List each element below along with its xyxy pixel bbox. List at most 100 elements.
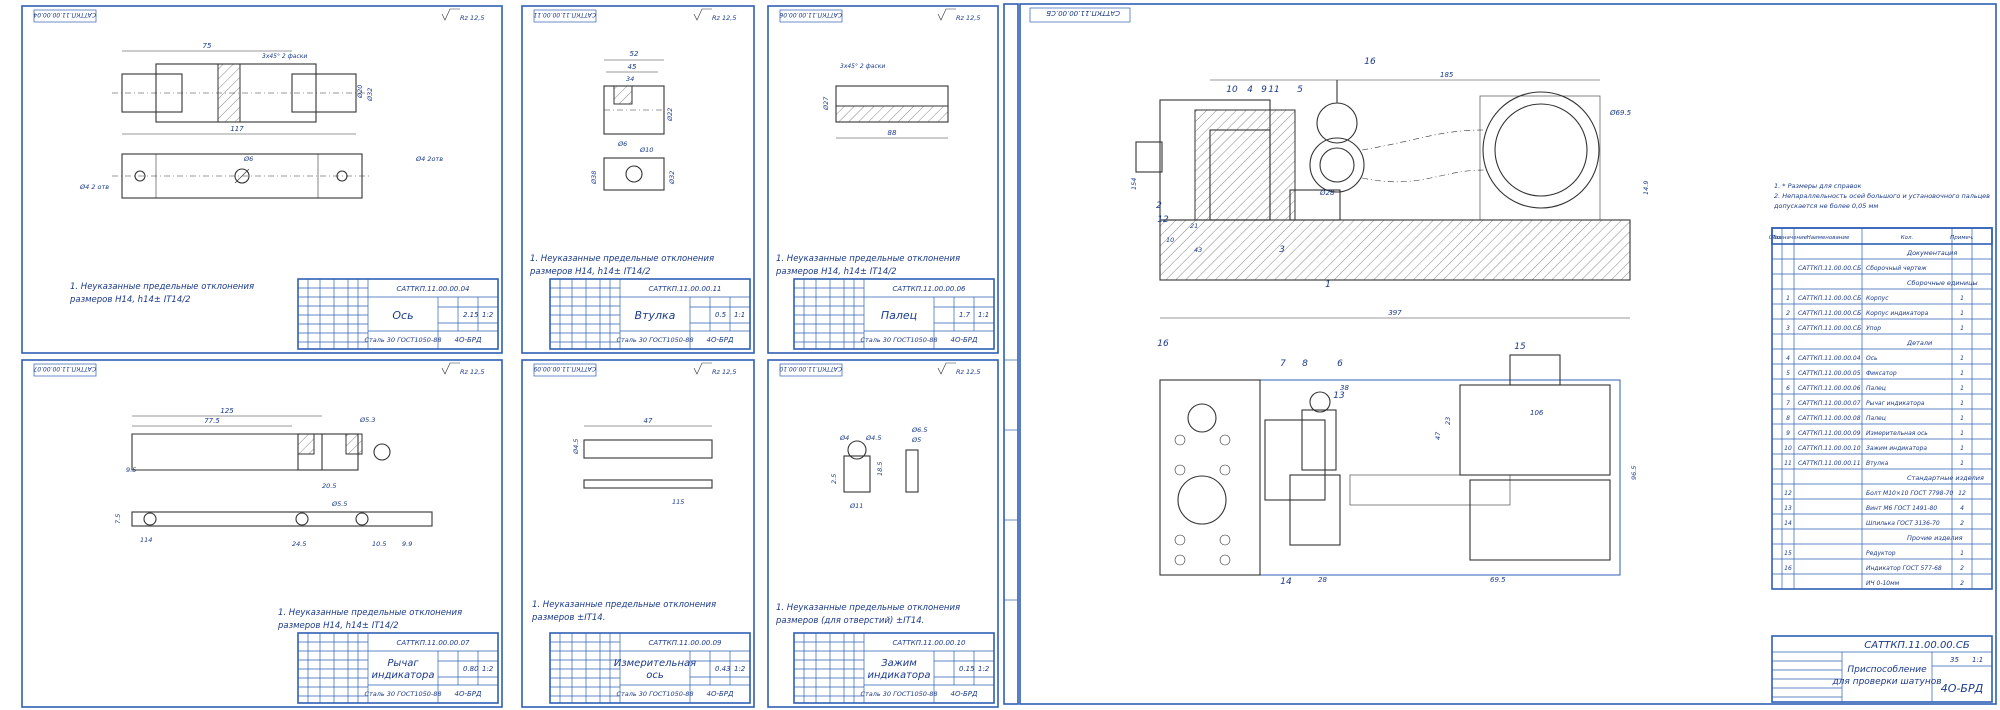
title-mass: 1.7 xyxy=(959,311,971,319)
bom-pos: 5 xyxy=(1786,370,1790,377)
bom-pos: 4 xyxy=(1786,355,1790,362)
dim-d45: Ø4.5 xyxy=(865,434,881,442)
bom-name: Корпус xyxy=(1866,295,1889,302)
dim-45-label: 45 xyxy=(628,63,637,71)
lever-outline xyxy=(131,433,323,471)
bom-name: Редуктор xyxy=(1866,550,1896,557)
dim-25: 2.5 xyxy=(830,474,838,484)
sheet-code-mirror: САТТКП.11.00.00.11 xyxy=(533,11,596,18)
dim-47-label: 47 xyxy=(644,417,653,425)
bom-pos: 6 xyxy=(1786,385,1790,392)
bom-pos: 1 xyxy=(1786,295,1790,302)
bom-name: Зажим индикатора xyxy=(1866,445,1927,452)
assembly-sheet: САТТКП.11.00.00.СБ185Ø69.5Ø2815439710432… xyxy=(1003,3,1997,705)
big-end-housing xyxy=(1479,95,1601,221)
bom-qty: 4 xyxy=(1960,505,1964,512)
bom-section: Детали xyxy=(1906,339,1932,347)
bom-code: САТТКП.11.00.00.СБ xyxy=(1798,325,1861,332)
roughness-value: Rz 12,5 xyxy=(460,368,484,376)
top-clamp xyxy=(1301,409,1337,471)
lever-view2 xyxy=(131,511,433,527)
bom-header-cell: Примеч. xyxy=(1950,235,1974,241)
detail-sheet-3: САТТКП.11.00.00.06 Rz 12,5 1. Неуказанные … xyxy=(767,5,999,354)
title-name-1: Измерительная xyxy=(614,658,696,669)
sheet-code-mirror: САТТКП.11.00.00.10 xyxy=(779,365,842,372)
balloon-15: 15 xyxy=(1514,342,1526,352)
sheet-border xyxy=(21,359,503,708)
title-material: Сталь 30 ГОСТ1050-88 xyxy=(860,336,937,344)
top-indicator-2 xyxy=(1177,475,1227,525)
dim-28: 28 xyxy=(1318,576,1327,584)
title-group: 4О-БРД xyxy=(455,690,483,698)
clamp-body xyxy=(843,455,871,493)
dim-43: 43 xyxy=(1194,246,1202,254)
tech-note-line: 1. Неуказанные предельные отклонения xyxy=(278,608,462,618)
balloon-5: 5 xyxy=(1297,85,1303,95)
sheet-border xyxy=(767,359,999,708)
tech-note-line: 1. Неуказанные предельные отклонения xyxy=(70,282,254,292)
bom-pos: 10 xyxy=(1784,445,1792,452)
bom-code: САТТКП.11.00.00.06 xyxy=(1798,385,1861,392)
assembly-title-block: САТТКП.11.00.00.СБ Приспособление для пров… xyxy=(1771,635,1993,703)
bom-name: Ось xyxy=(1866,355,1878,362)
top-bigend-block xyxy=(1469,479,1611,561)
dim-52-label: 52 xyxy=(630,50,639,58)
detail-sheet-2: САТТКП.11.00.00.11 Rz 12,5 1. Неуказанные … xyxy=(521,5,755,354)
title-mass: 35 xyxy=(1950,656,1959,664)
bom-code: САТТКП.11.00.00.08 xyxy=(1798,415,1861,422)
balloon-2: 2 xyxy=(1156,201,1162,211)
big-end-outer xyxy=(1482,91,1600,209)
rod-upper xyxy=(1361,129,1485,151)
title-scale: 1:2 xyxy=(734,665,746,673)
bom-header-cell: Обозначение xyxy=(1769,235,1808,241)
detail-sheet-1: САТТКП.11.00.00.04 Rz 12,5 1. Неуказанные … xyxy=(21,5,503,354)
roughness-value: Rz 12,5 xyxy=(956,14,980,22)
top-base xyxy=(1159,379,1621,576)
dim-99: 9.9 xyxy=(402,540,412,548)
title-group: 4О-БРД xyxy=(951,336,979,344)
roughness-value: Rz 12,5 xyxy=(712,14,736,22)
bom-qty: 2 xyxy=(1960,580,1964,587)
detail-sheet-5: САТТКП.11.00.00.09 Rz 12,5 1. Неуказанные … xyxy=(521,359,755,708)
top-gearbox xyxy=(1459,384,1611,476)
top-bolt xyxy=(1219,434,1231,446)
title-scale: 1:2 xyxy=(482,311,494,319)
top-bolt xyxy=(1219,554,1231,566)
bom-name: Болт М10×10 ГОСТ 7798-70 xyxy=(1866,490,1953,497)
dim-114: 114 xyxy=(140,536,152,544)
bom-code: САТТКП.11.00.00.10 xyxy=(1798,445,1861,452)
roughness-sign xyxy=(693,8,712,21)
dim-154: 154 xyxy=(1130,178,1138,190)
dim-d53: Ø5.3 xyxy=(359,416,375,424)
sheet-code-mirror: САТТКП.11.00.00.07 xyxy=(33,365,96,372)
title-material: Сталь 30 ГОСТ1050-88 xyxy=(860,690,937,698)
title-mass: 2.15 xyxy=(463,311,479,319)
title-scale: 1:2 xyxy=(978,665,990,673)
balloon-10: 10 xyxy=(1226,85,1238,95)
lever-pin-1 xyxy=(143,512,157,526)
binding-strip xyxy=(1003,3,1019,705)
bom-header-cell: Кол. xyxy=(1901,235,1914,241)
clamp-side xyxy=(905,449,919,493)
dim-d4: Ø4 xyxy=(839,434,849,442)
tech-note-line: размеров ±IT14. xyxy=(531,613,605,623)
bom-code: САТТКП.11.00.00.04 xyxy=(1798,355,1861,362)
balloon-4: 4 xyxy=(1247,85,1253,95)
dim-115: 115 xyxy=(672,498,684,506)
title-mass: 0.43 xyxy=(715,665,731,673)
bom-name: Измерительная ось xyxy=(1866,430,1928,437)
assembly-note: 1. * Размеры для справок xyxy=(1774,182,1862,190)
dial-indicator xyxy=(1316,102,1358,144)
bom-qty: 1 xyxy=(1960,310,1964,317)
bom-name: Индикатор ГОСТ 577-68 xyxy=(1866,565,1942,572)
bom-section: Документация xyxy=(1906,249,1957,257)
title-name: Ось xyxy=(392,309,413,322)
title-name-2: ось xyxy=(646,670,664,681)
dim-23: 23 xyxy=(1444,417,1452,425)
rod-lower xyxy=(1361,169,1485,183)
assembly-border xyxy=(1019,3,1997,705)
bom-name: Упор xyxy=(1866,325,1881,332)
lever-pin-3 xyxy=(355,512,369,526)
dim-20: 20.5 xyxy=(322,482,336,490)
title-group: 4О-БРД xyxy=(455,336,483,344)
